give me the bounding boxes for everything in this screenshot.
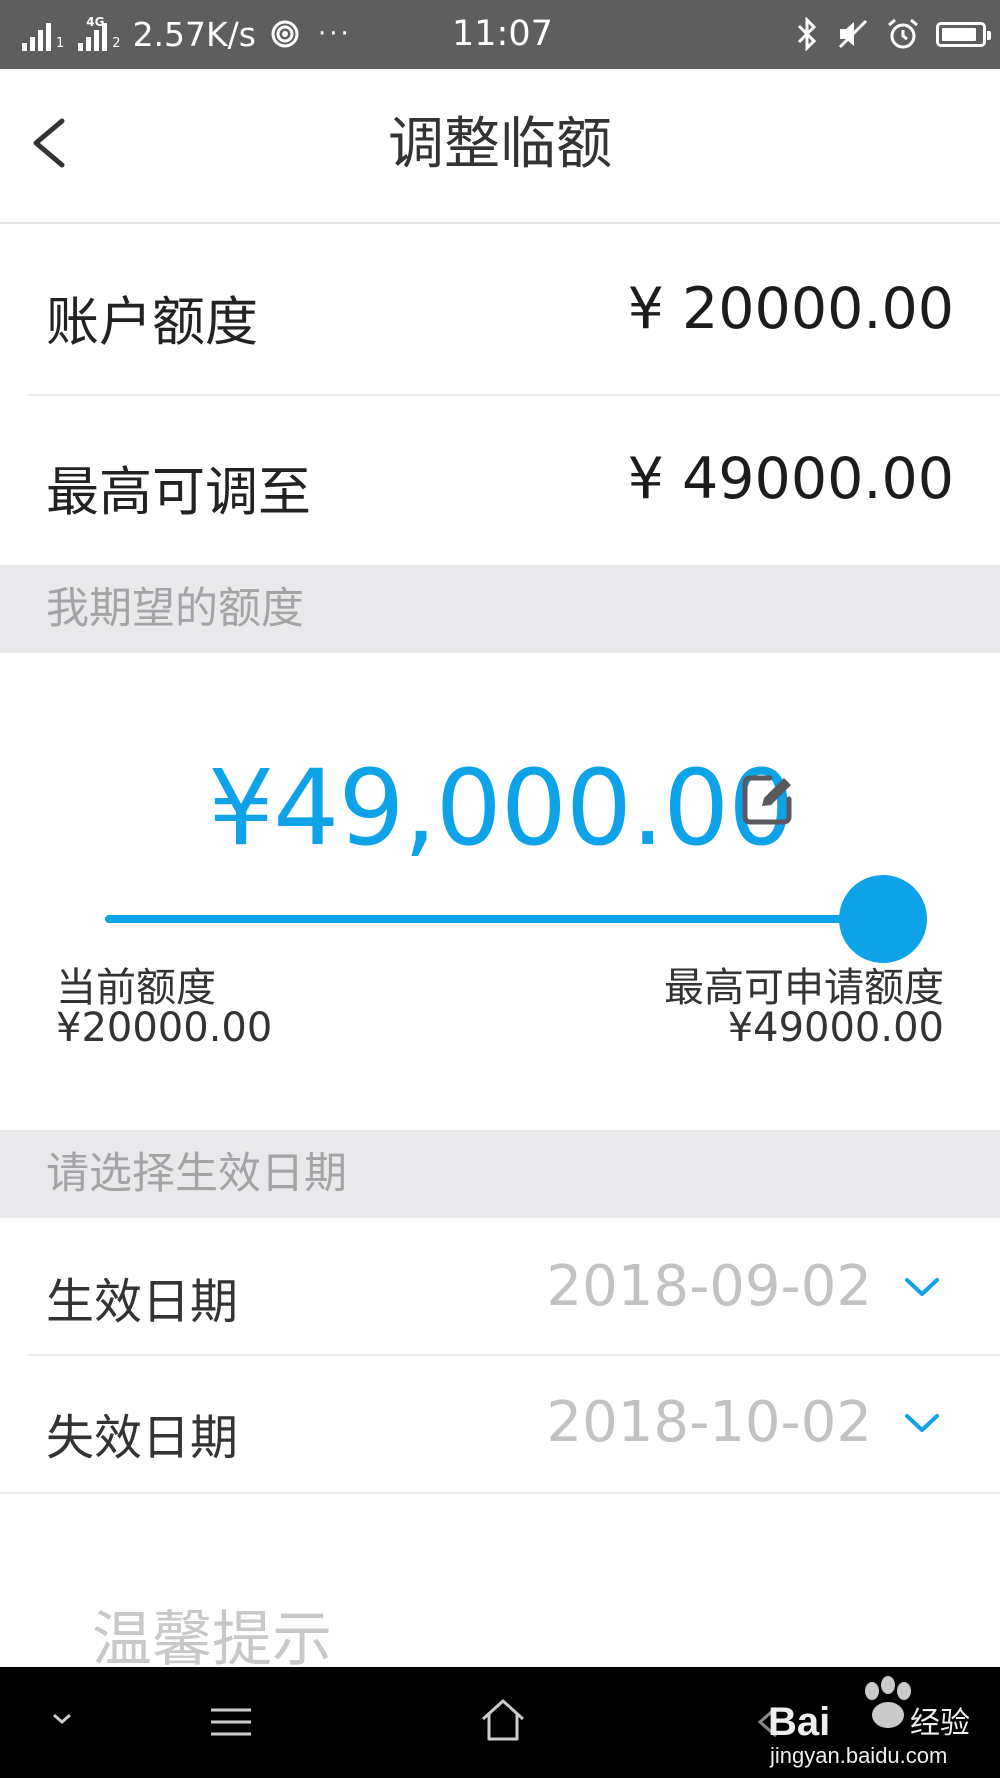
effective-date-value[interactable]: 2018-09-02: [547, 1254, 872, 1319]
max-adjust-row: 最高可调至 ¥ 49000.00: [0, 396, 1000, 564]
current-limit-label: 当前额度: [56, 965, 216, 1011]
max-apply-limit-value: ¥49000.00: [727, 1005, 944, 1051]
status-left: 1 4G 2 2.57K/s ···: [22, 12, 352, 56]
network-speed: 2.57K/s: [132, 14, 256, 54]
bluetooth-icon: [797, 17, 817, 51]
watermark-brand: Bai: [768, 1700, 830, 1744]
amount-slider-track[interactable]: [105, 915, 895, 923]
battery-icon: [936, 21, 991, 47]
amount-slider-thumb[interactable]: [839, 875, 927, 963]
mute-icon: [838, 19, 868, 49]
nav-bar: 调整临额: [0, 69, 1000, 224]
page-title: 调整临额: [388, 112, 612, 177]
menu-icon[interactable]: [207, 1702, 255, 1742]
max-apply-limit-label: 最高可申请额度: [664, 965, 944, 1011]
chevron-down-icon[interactable]: [902, 1410, 942, 1436]
section-title: 我期望的额度: [46, 584, 304, 634]
expire-date-label: 失效日期: [46, 1410, 239, 1466]
watermark-url: jingyan.baidu.com: [769, 1743, 947, 1768]
section-title: 请选择生效日期: [46, 1149, 347, 1199]
max-adjust-label: 最高可调至: [46, 462, 311, 523]
edit-icon[interactable]: [740, 772, 796, 828]
network-type-label: 4G: [86, 15, 105, 29]
home-icon[interactable]: [478, 1695, 528, 1745]
credit-limit-value: ¥ 20000.00: [627, 276, 954, 342]
baidu-jingyan-watermark: Bai 经验 jingyan.baidu.com: [768, 1676, 970, 1768]
chevron-down-icon[interactable]: [902, 1274, 942, 1300]
status-right: [794, 12, 991, 56]
expected-amount-section-header: 我期望的额度: [0, 565, 1000, 653]
max-adjust-value: ¥ 49000.00: [627, 446, 954, 512]
alarm-icon: [888, 18, 918, 49]
expire-date-row[interactable]: 失效日期 2018-10-02: [0, 1356, 1000, 1492]
watermark-suffix: 经验: [910, 1706, 970, 1741]
effective-date-label: 生效日期: [46, 1274, 239, 1330]
expected-amount-value: ¥49,000.00: [208, 747, 794, 869]
status-bar: 1 4G 2 2.57K/s ··· 11:07: [0, 0, 1000, 69]
sim1-label: 1: [56, 36, 65, 51]
collapse-chevron-icon[interactable]: [48, 1709, 76, 1729]
more-notifications-icon: ···: [318, 19, 352, 49]
sim2-label: 2: [112, 36, 121, 51]
hotspot-icon: [271, 20, 299, 48]
divider: [0, 1492, 1000, 1494]
credit-limit-label: 账户额度: [46, 292, 258, 353]
date-section-header: 请选择生效日期: [0, 1130, 1000, 1218]
clock: 11:07: [452, 14, 553, 54]
signal-sim1-icon: 1: [22, 17, 64, 51]
effective-date-row[interactable]: 生效日期 2018-09-02: [0, 1218, 1000, 1354]
credit-limit-row: 账户额度 ¥ 20000.00: [0, 224, 1000, 394]
tips-title: 温馨提示: [92, 1605, 332, 1675]
signal-sim2-icon: 4G 2: [78, 15, 121, 51]
expire-date-value[interactable]: 2018-10-02: [547, 1390, 872, 1455]
current-limit-value: ¥20000.00: [56, 1005, 273, 1051]
